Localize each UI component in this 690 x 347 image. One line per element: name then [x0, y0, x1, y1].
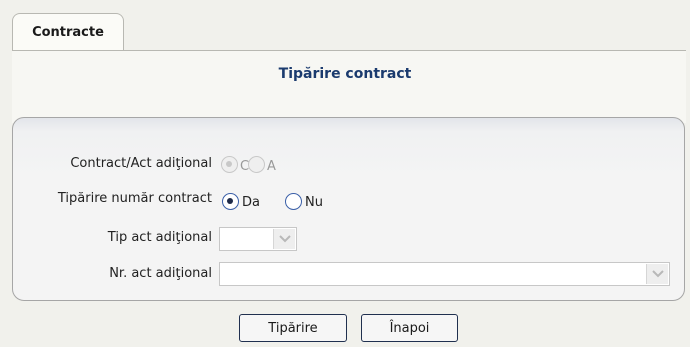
tab-contracte[interactable]: Contracte	[12, 13, 124, 51]
chevron-down-icon[interactable]	[646, 264, 668, 284]
contract-type-option-a: A	[267, 159, 276, 174]
page-title: Tipărire contract	[278, 66, 412, 82]
tab-panel	[12, 50, 686, 123]
radio-selected-dot	[226, 161, 232, 167]
back-button[interactable]: Înapoi	[361, 314, 458, 342]
contract-type-radio-c[interactable]	[221, 156, 238, 173]
print-number-radio-nu[interactable]	[285, 193, 302, 210]
print-number-label: Tipărire număr contract	[57, 191, 212, 206]
addendum-type-label: Tip act adiţional	[107, 230, 212, 245]
print-button[interactable]: Tipărire	[239, 314, 347, 342]
print-number-option-nu: Nu	[305, 195, 323, 210]
radio-selected-dot	[227, 198, 233, 204]
print-number-radio-da[interactable]	[222, 193, 239, 210]
addendum-number-select[interactable]	[219, 262, 670, 286]
addendum-type-select[interactable]	[219, 227, 297, 251]
addendum-number-label: Nr. act adiţional	[109, 266, 212, 281]
contract-type-label: Contract/Act adiţional	[70, 156, 212, 171]
print-number-option-da: Da	[242, 195, 260, 210]
contract-type-radio-a[interactable]	[248, 156, 265, 173]
chevron-down-icon[interactable]	[273, 229, 295, 249]
